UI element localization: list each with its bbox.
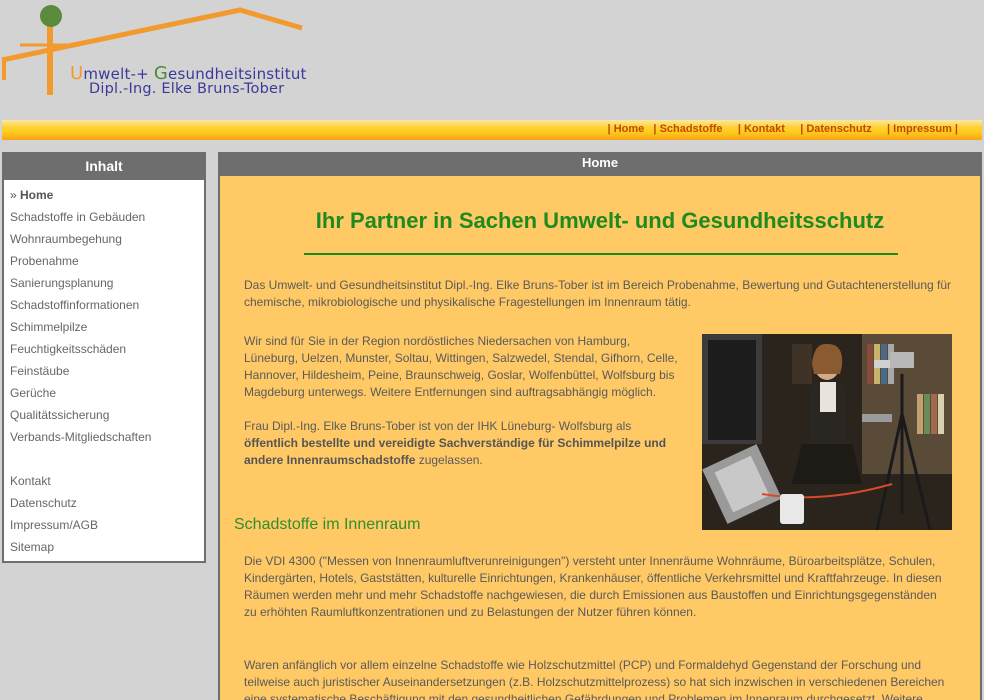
history-paragraph: Waren anfänglich vor allem einzelne Scha… xyxy=(244,658,945,700)
page-headline: Ihr Partner in Sachen Umwelt- und Gesund… xyxy=(315,208,885,233)
top-navigation-bar: | Home | Schadstoffe | Kontakt | Datensc… xyxy=(2,120,982,140)
sidebar-item-feuchtigkeitsschaeden[interactable]: Feuchtigkeitsschäden xyxy=(4,340,204,362)
sidebar-item-wohnraumbegehung[interactable]: Wohnraumbegehung xyxy=(4,230,204,252)
nav-link-schadstoffe[interactable]: Schadstoffe xyxy=(660,123,723,135)
logo[interactable]: Umwelt-+ Gesundheitsinstitut Dipl.-Ing. … xyxy=(0,0,310,110)
expert-photo xyxy=(702,334,952,530)
active-marker: » xyxy=(10,188,21,202)
nav-separator: | xyxy=(951,123,958,135)
sidebar-item-verbands-mitgliedschaften[interactable]: Verbands-Mitgliedschaften xyxy=(4,428,204,450)
sidebar-item-sanierungsplanung[interactable]: Sanierungsplanung xyxy=(4,274,204,296)
nav-link-kontakt[interactable]: Kontakt xyxy=(744,123,785,135)
expert-text-post: zugelassen. xyxy=(415,453,483,467)
nav-link-home[interactable]: Home xyxy=(614,123,645,135)
vdi-paragraph: Die VDI 4300 ("Messen von Innenraumluftv… xyxy=(244,554,942,619)
nav-separator: | xyxy=(787,123,807,135)
nav-link-impressum[interactable]: Impressum xyxy=(893,123,952,135)
top-nav: | Home | Schadstoffe | Kontakt | Datensc… xyxy=(608,123,958,135)
section-subheading: Schadstoffe im Innenraum xyxy=(234,516,421,533)
sidebar-item-schadstoffinformationen[interactable]: Schadstoffinformationen xyxy=(4,296,204,318)
sidebar-item-sitemap[interactable]: Sitemap xyxy=(4,538,204,560)
sidebar-item-schimmelpilze[interactable]: Schimmelpilze xyxy=(4,318,204,340)
sidebar-menu: » Home Schadstoffe in Gebäuden Wohnraumb… xyxy=(4,180,204,560)
nav-separator: | xyxy=(725,123,744,135)
content-header: Home xyxy=(218,152,982,176)
sidebar-item-qualitaetssicherung[interactable]: Qualitätssicherung xyxy=(4,406,204,428)
sidebar-item-datenschutz[interactable]: Datenschutz xyxy=(4,494,204,516)
photo-illustration xyxy=(702,334,952,530)
nav-link-datenschutz[interactable]: Datenschutz xyxy=(806,123,871,135)
sidebar-item-feinstaeube[interactable]: Feinstäube xyxy=(4,362,204,384)
expert-paragraph: Frau Dipl.-Ing. Elke Bruns-Tober ist von… xyxy=(244,418,684,469)
sidebar-item-kontakt[interactable]: Kontakt xyxy=(4,472,204,494)
sidebar-item-impressum-agb[interactable]: Impressum/AGB xyxy=(4,516,204,538)
nav-separator: | xyxy=(874,123,894,135)
sidebar-item-label: Home xyxy=(20,188,54,202)
sidebar: Inhalt » Home Schadstoffe in Gebäuden Wo… xyxy=(2,152,206,563)
expert-text-pre: Frau Dipl.-Ing. Elke Bruns-Tober ist von… xyxy=(244,419,632,433)
region-paragraph: Wir sind für Sie in der Region nordöstli… xyxy=(244,334,678,399)
intro-paragraph: Das Umwelt- und Gesundheitsinstitut Dipl… xyxy=(244,278,952,309)
logo-subtitle: Dipl.-Ing. Elke Bruns-Tober xyxy=(89,81,285,97)
sidebar-item-home[interactable]: » Home xyxy=(4,186,204,208)
sidebar-item-probenahme[interactable]: Probenahme xyxy=(4,252,204,274)
sidebar-title: Inhalt xyxy=(4,154,204,180)
sidebar-item-schadstoffe-in-gebaeuden[interactable]: Schadstoffe in Gebäuden xyxy=(4,208,204,230)
nav-separator: | xyxy=(647,123,660,135)
content-area: Ihr Partner in Sachen Umwelt- und Gesund… xyxy=(218,176,982,700)
logo-initial-u: U xyxy=(70,63,84,84)
headline-divider xyxy=(304,253,898,255)
sidebar-item-gerueche[interactable]: Gerüche xyxy=(4,384,204,406)
